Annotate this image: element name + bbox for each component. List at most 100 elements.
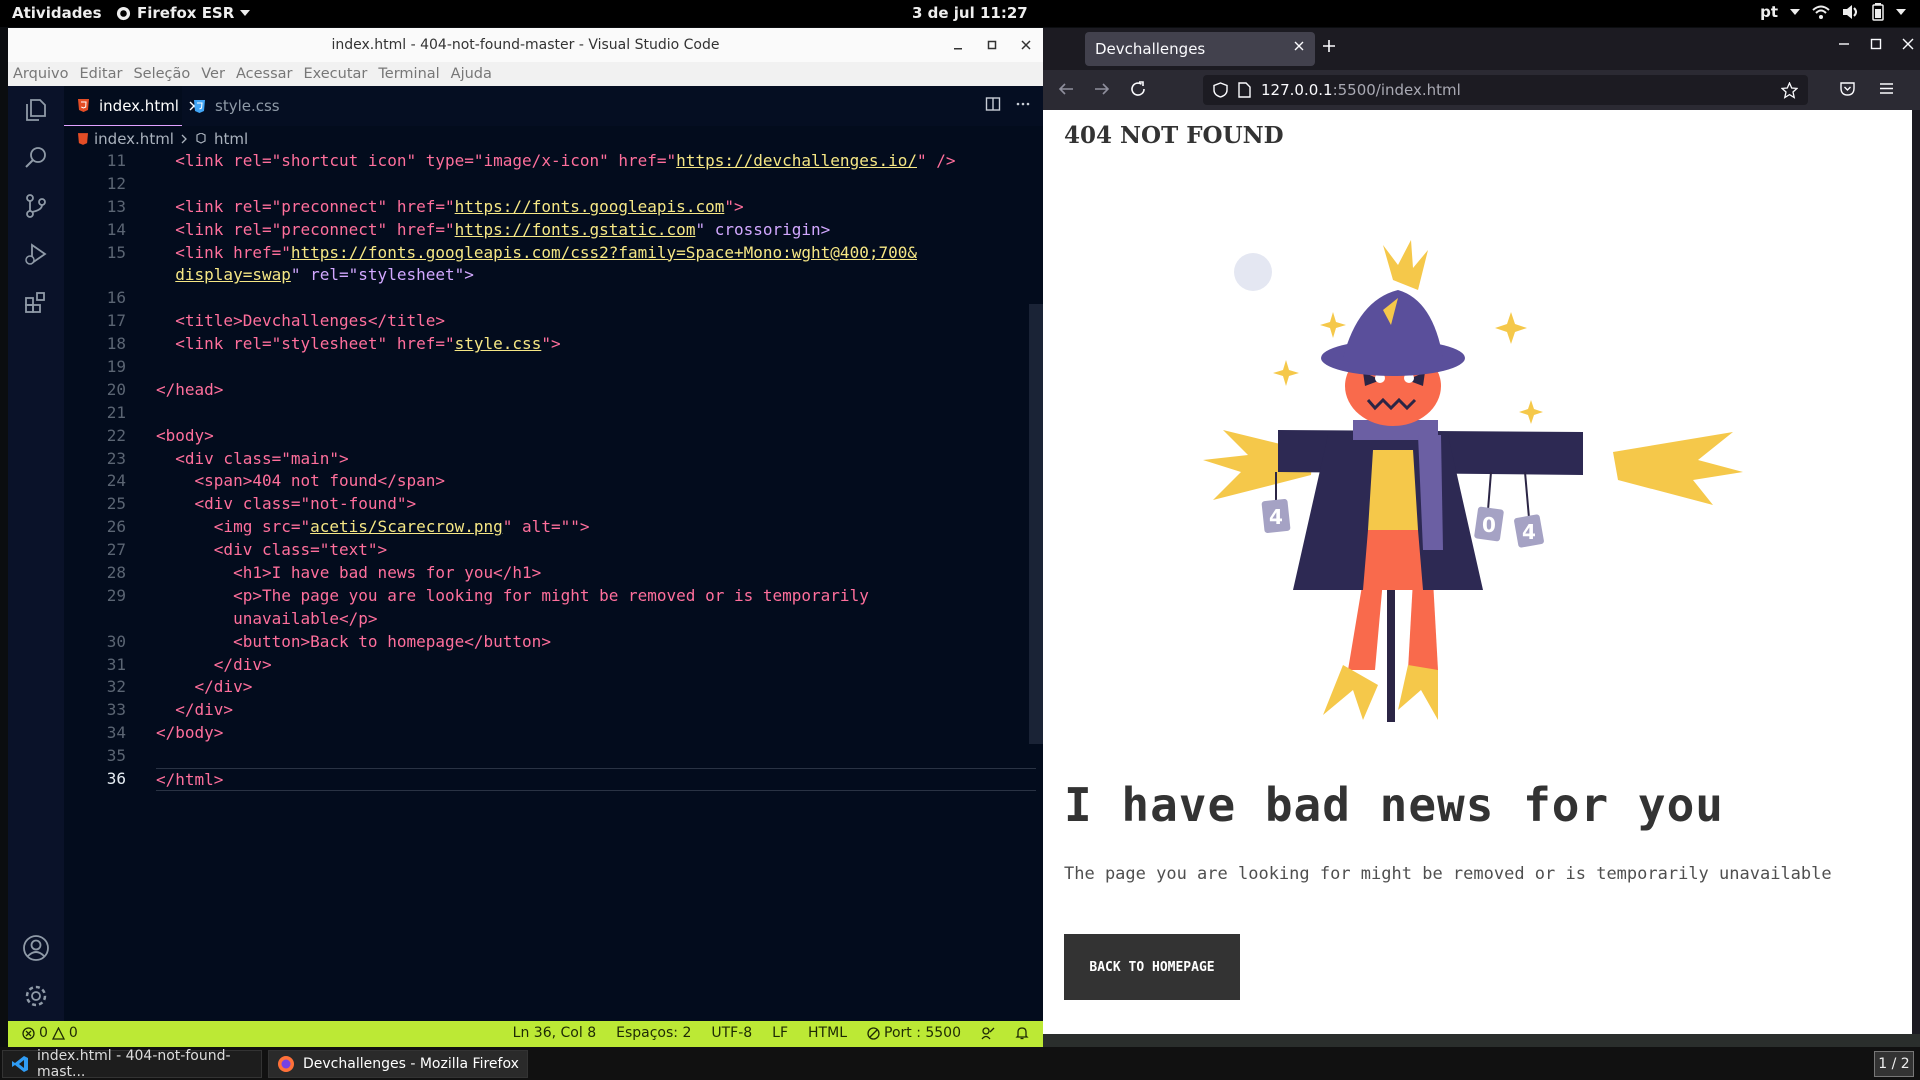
caret-down-icon [240, 9, 251, 17]
tab-style-css[interactable]: style.css [182, 86, 298, 126]
menu-bar: Arquivo Editar Seleção Ver Acessar Execu… [8, 62, 1043, 86]
workspace-pager[interactable]: 1 / 2 [1874, 1051, 1914, 1077]
menu-item-editar[interactable]: Editar [80, 66, 123, 82]
system-tray[interactable]: pt [1760, 3, 1906, 21]
editor-scrollbar[interactable] [1029, 304, 1043, 744]
menu-item-acessar[interactable]: Acessar [236, 66, 293, 82]
tab-index-html[interactable]: index.html [64, 86, 199, 126]
line-number: 20 [106, 379, 126, 399]
browser-tab[interactable]: Devchallenges [1085, 32, 1315, 66]
clock[interactable]: 3 de jul 11:27 [912, 4, 1028, 22]
line-number: 32 [106, 677, 126, 697]
source-control-icon[interactable] [8, 182, 64, 230]
code-text: " alt=""> [502, 517, 590, 537]
code-line-current: </html> [156, 768, 1036, 791]
taskbar-item-vscode[interactable]: index.html - 404-not-found-mast... [2, 1048, 262, 1080]
menu-item-ajuda[interactable]: Ajuda [451, 66, 492, 82]
taskbar-item-label: Devchallenges - Mozilla Firefox [303, 1056, 519, 1072]
breadcrumb-file[interactable]: index.html [94, 130, 174, 148]
search-icon[interactable] [8, 134, 64, 182]
settings-gear-icon[interactable] [8, 972, 64, 1020]
code-text: <link rel="preconnect" href=" [175, 219, 455, 239]
cursor-position[interactable]: Ln 36, Col 8 [513, 1025, 596, 1041]
line-number [64, 264, 126, 287]
end-of-line[interactable]: LF [772, 1025, 788, 1041]
explorer-icon[interactable] [8, 86, 64, 134]
live-server-port[interactable]: Port : 5500 [867, 1025, 961, 1041]
code-line: <img src="acetis/Scarecrow.png" alt=""> [156, 516, 1036, 539]
can-label: 4 [1269, 505, 1283, 529]
pocket-icon[interactable] [1839, 80, 1856, 97]
menu-item-selecao[interactable]: Seleção [133, 66, 190, 82]
menu-item-arquivo[interactable]: Arquivo [13, 66, 69, 82]
back-to-homepage-button[interactable]: BACK TO HOMEPAGE [1064, 934, 1240, 1000]
line-number: 24 [106, 471, 126, 491]
close-button[interactable] [1902, 38, 1914, 50]
maximize-button[interactable] [1870, 38, 1882, 50]
menu-item-terminal[interactable]: Terminal [378, 66, 439, 82]
split-editor-icon[interactable] [985, 96, 1001, 112]
no-entry-icon [867, 1026, 880, 1040]
line-number-current: 36 [106, 769, 126, 789]
extensions-icon[interactable] [8, 278, 64, 326]
activities-button[interactable]: Atividades [12, 4, 102, 22]
breadcrumb-symbol[interactable]: html [214, 130, 248, 148]
address-bar[interactable]: 127.0.0.1:5500/index.html [1203, 75, 1808, 105]
close-tab-icon[interactable] [1293, 40, 1305, 52]
code-line: <link href="https://fonts.googleapis.com… [156, 242, 1036, 265]
shield-icon[interactable] [1213, 82, 1228, 98]
language-indicator[interactable]: pt [1760, 3, 1778, 21]
close-button[interactable] [1009, 28, 1043, 62]
vscode-icon [11, 1055, 29, 1073]
code-line: </div> [156, 699, 1036, 722]
tab-label: style.css [215, 97, 280, 115]
back-arrow-icon[interactable] [1057, 80, 1075, 98]
app-menu[interactable]: Firefox ESR [116, 4, 251, 22]
line-number: 18 [106, 334, 126, 354]
code-line: </div> [156, 654, 1036, 677]
reload-icon[interactable] [1129, 80, 1147, 98]
language-mode[interactable]: HTML [808, 1025, 847, 1041]
vscode-titlebar[interactable]: index.html - 404-not-found-master - Visu… [8, 28, 1043, 62]
page-icon[interactable] [1238, 82, 1251, 98]
code-line: <link rel="preconnect" href="https://fon… [156, 219, 1036, 242]
indentation[interactable]: Espaços: 2 [616, 1025, 691, 1041]
encoding[interactable]: UTF-8 [711, 1025, 752, 1041]
line-number: 30 [106, 631, 126, 651]
taskbar-item-label: index.html - 404-not-found-mast... [37, 1048, 231, 1080]
problems-indicator[interactable]: 0 0 [22, 1025, 78, 1041]
code-text: unavailable</p> [233, 608, 378, 628]
maximize-button[interactable] [975, 28, 1009, 62]
code-line: <div class="text"> [156, 539, 1036, 562]
notifications-bell-icon[interactable] [1015, 1026, 1029, 1040]
line-number: 34 [106, 723, 126, 743]
vscode-window: index.html - 404-not-found-master - Visu… [8, 28, 1043, 1047]
minimize-button[interactable] [1838, 38, 1850, 50]
taskbar-item-firefox[interactable]: Devchallenges - Mozilla Firefox [268, 1050, 528, 1078]
code-editor[interactable]: <link rel="shortcut icon" type="image/x-… [156, 150, 1036, 791]
account-icon[interactable] [8, 924, 64, 972]
code-line: </body> [156, 722, 1036, 745]
url-host: 127.0.0.1 [1261, 81, 1333, 99]
line-number: 13 [106, 196, 126, 216]
menu-item-executar[interactable]: Executar [303, 66, 367, 82]
forward-arrow-icon[interactable] [1093, 80, 1111, 98]
more-actions-icon[interactable] [1015, 96, 1031, 112]
code-line: <link rel="shortcut icon" type="image/x-… [156, 150, 1036, 173]
bookmark-star-icon[interactable] [1781, 81, 1798, 99]
line-number: 33 [106, 700, 126, 720]
editor-area: index.html style.css index.html html 11 … [64, 86, 1043, 1021]
new-tab-plus-icon[interactable] [1321, 38, 1337, 54]
code-link: https://fonts.googleapis.com [454, 196, 725, 216]
run-debug-icon[interactable] [8, 230, 64, 278]
port-label: Port : 5500 [884, 1025, 961, 1041]
hamburger-menu-icon[interactable] [1878, 80, 1895, 97]
menu-item-ver[interactable]: Ver [201, 66, 225, 82]
line-number: 15 [106, 242, 126, 262]
code-link: acetis/Scarecrow.png [310, 517, 503, 537]
minimize-button[interactable] [941, 28, 975, 62]
feedback-icon[interactable] [981, 1026, 995, 1040]
